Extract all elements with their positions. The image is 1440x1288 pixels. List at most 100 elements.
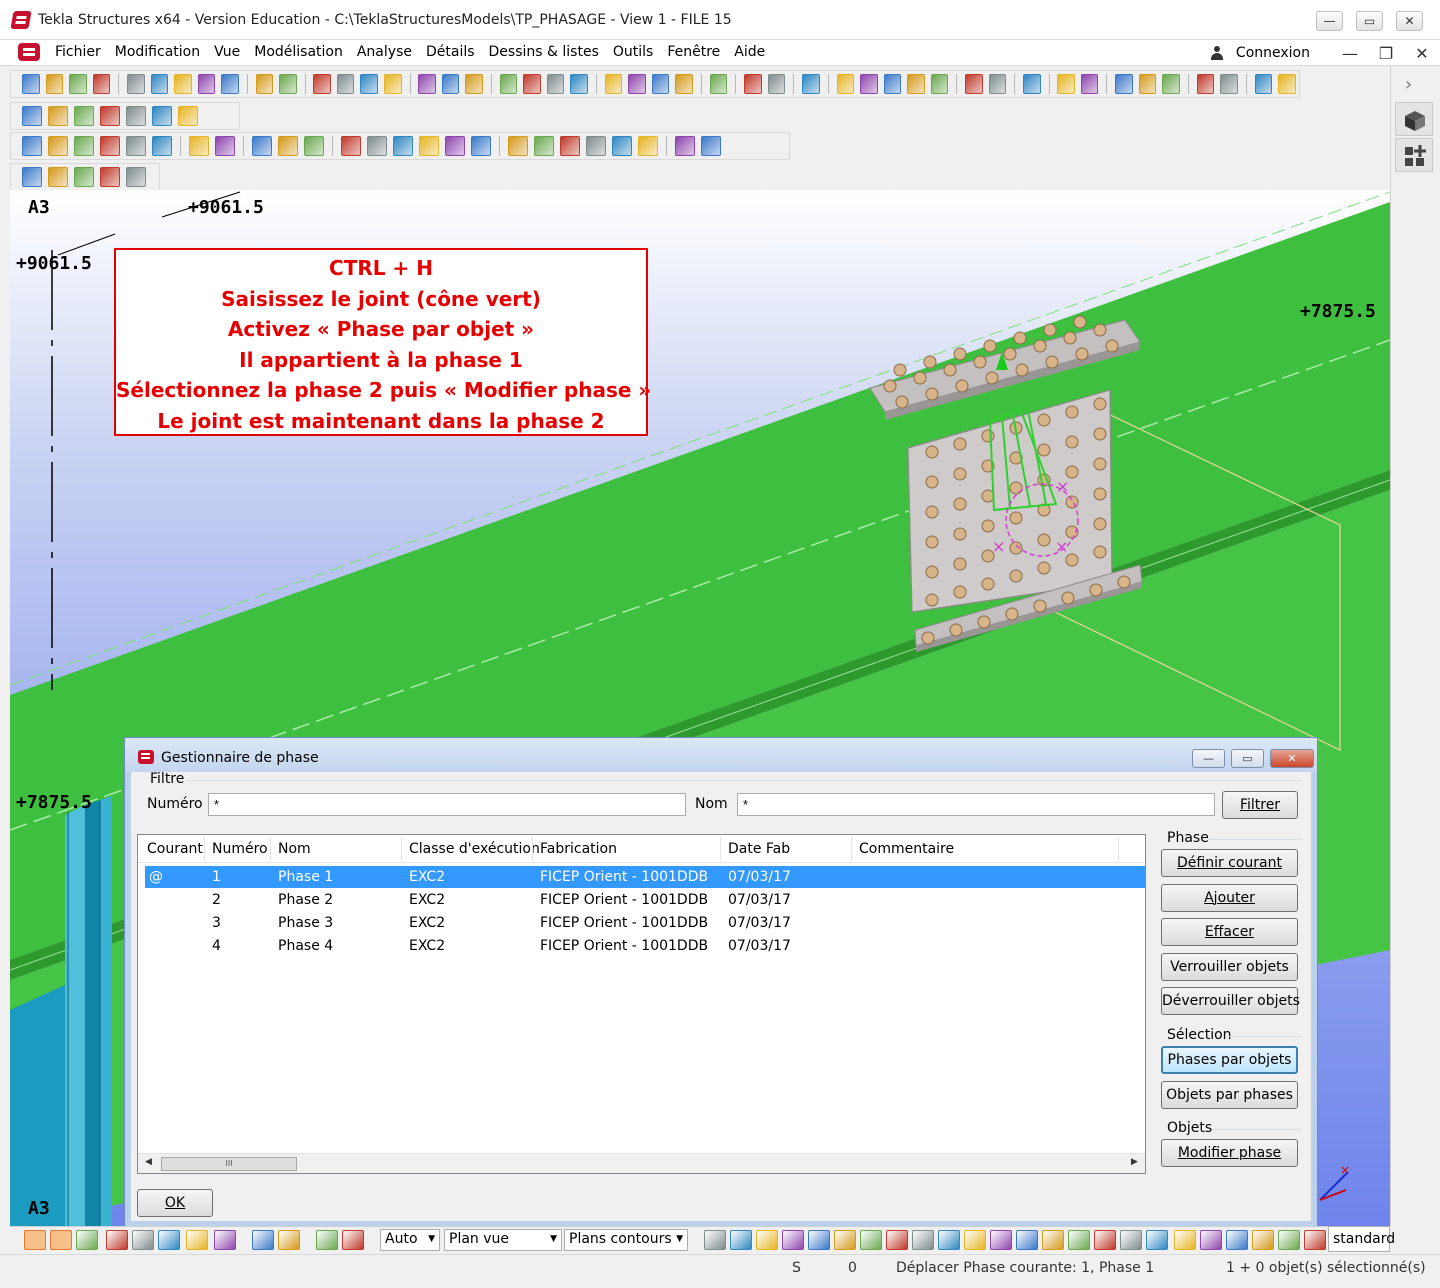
- toolbar-tool-icon[interactable]: [441, 74, 460, 94]
- snap-tool-icon[interactable]: [158, 1230, 180, 1250]
- snap-tool-icon[interactable]: [24, 1230, 46, 1250]
- snap-tool-icon[interactable]: [756, 1230, 778, 1250]
- scrollbar-thumb[interactable]: III: [161, 1157, 297, 1171]
- snap-tool-icon[interactable]: [808, 1230, 830, 1250]
- dialog-titlebar[interactable]: Gestionnaire de phase — ▭ ✕: [125, 738, 1317, 772]
- snap-tool-icon[interactable]: [938, 1230, 960, 1250]
- toolbar-tool-icon[interactable]: [92, 74, 111, 94]
- toolbar-tool-icon[interactable]: [445, 136, 465, 156]
- snap-tool-icon[interactable]: [782, 1230, 804, 1250]
- toolbar-tool-icon[interactable]: [675, 74, 693, 94]
- snap-tool-icon[interactable]: [1200, 1230, 1222, 1250]
- catalog-cube-icon[interactable]: [1395, 102, 1433, 136]
- toolbar-tool-icon[interactable]: [638, 136, 658, 156]
- snap-tool-icon[interactable]: [1016, 1230, 1038, 1250]
- toolbar-tool-icon[interactable]: [628, 74, 646, 94]
- dialog-minimize-button[interactable]: —: [1192, 749, 1225, 768]
- application-menu-icon[interactable]: [18, 43, 40, 61]
- toolbar-tool-icon[interactable]: [126, 136, 146, 156]
- toolbar-tool-icon[interactable]: [22, 106, 42, 126]
- login-link[interactable]: Connexion: [1236, 45, 1310, 61]
- snap-tool-icon[interactable]: [1042, 1230, 1064, 1250]
- snap-tool-icon[interactable]: [704, 1230, 726, 1250]
- mdi-close-button[interactable]: ✕: [1404, 44, 1440, 63]
- toolbar-tool-icon[interactable]: [74, 136, 94, 156]
- snap-tool-icon[interactable]: [214, 1230, 236, 1250]
- toolbar-tool-icon[interactable]: [701, 136, 721, 156]
- column-header-class[interactable]: Classe d'exécution: [409, 841, 540, 857]
- toolbar-tool-icon[interactable]: [709, 74, 728, 94]
- toolbar-tool-icon[interactable]: [1057, 74, 1075, 94]
- snap-tool-icon[interactable]: [50, 1230, 72, 1250]
- toolbar-tool-icon[interactable]: [45, 74, 64, 94]
- toolbar-tool-icon[interactable]: [197, 74, 216, 94]
- objects-by-phases-button[interactable]: Objets par phases: [1161, 1081, 1298, 1109]
- snap-tool-icon[interactable]: [912, 1230, 934, 1250]
- table-row[interactable]: 2 Phase 2 EXC2 FICEP Orient - 1001DDB 07…: [145, 889, 1145, 911]
- toolbar-tool-icon[interactable]: [384, 74, 402, 94]
- menu-aide[interactable]: Aide: [734, 44, 765, 60]
- toolbar-tool-icon[interactable]: [860, 74, 878, 94]
- delete-phase-button[interactable]: Effacer: [1161, 918, 1298, 946]
- toolbar-tool-icon[interactable]: [360, 74, 379, 94]
- toolbar-tool-icon[interactable]: [336, 74, 355, 94]
- scroll-right-icon[interactable]: ▶: [1131, 1157, 1138, 1167]
- outline-planes-combo[interactable]: Plans contours: [564, 1229, 688, 1251]
- toolbar-tool-icon[interactable]: [534, 136, 554, 156]
- menu-vue[interactable]: Vue: [214, 44, 240, 60]
- view-depth-combo[interactable]: Auto: [380, 1229, 440, 1251]
- toolbar-tool-icon[interactable]: [126, 74, 145, 94]
- toolbar-tool-icon[interactable]: [178, 106, 198, 126]
- snap-tool-icon[interactable]: [1278, 1230, 1300, 1250]
- filter-button[interactable]: Filtrer: [1222, 791, 1298, 819]
- toolbar-tool-icon[interactable]: [279, 74, 297, 94]
- column-header-date[interactable]: Date Fab: [728, 841, 790, 857]
- toolbar-tool-icon[interactable]: [560, 136, 580, 156]
- dialog-close-button[interactable]: ✕: [1270, 749, 1314, 768]
- column-header-fabrication[interactable]: Fabrication: [540, 841, 617, 857]
- toolbar-tool-icon[interactable]: [255, 74, 274, 94]
- toolbar-tool-icon[interactable]: [48, 106, 68, 126]
- close-button[interactable]: ✕: [1396, 11, 1423, 31]
- menu-details[interactable]: Détails: [426, 44, 475, 60]
- snap-tool-icon[interactable]: [1252, 1230, 1274, 1250]
- snap-tool-icon[interactable]: [1226, 1230, 1248, 1250]
- toolbar-tool-icon[interactable]: [74, 167, 94, 187]
- snap-tool-icon[interactable]: [342, 1230, 364, 1250]
- column-header-comment[interactable]: Commentaire: [859, 841, 954, 857]
- menu-modification[interactable]: Modification: [115, 44, 200, 60]
- toolbar-tool-icon[interactable]: [152, 136, 172, 156]
- maximize-button[interactable]: ▭: [1356, 11, 1383, 31]
- toolbar-tool-icon[interactable]: [586, 136, 606, 156]
- toolbar-tool-icon[interactable]: [1278, 74, 1296, 94]
- toolbar-tool-icon[interactable]: [744, 74, 762, 94]
- ok-button[interactable]: OK: [137, 1189, 213, 1217]
- toolbar-tool-icon[interactable]: [22, 167, 42, 187]
- snap-tool-icon[interactable]: [1094, 1230, 1116, 1250]
- snap-tool-icon[interactable]: [1068, 1230, 1090, 1250]
- toolbar-tool-icon[interactable]: [651, 74, 670, 94]
- snap-tool-icon[interactable]: [1304, 1230, 1326, 1250]
- toolbar-tool-icon[interactable]: [393, 136, 413, 156]
- column-header-number[interactable]: Numéro: [212, 841, 268, 857]
- toolbar-tool-icon[interactable]: [988, 74, 1007, 94]
- snap-tool-icon[interactable]: [316, 1230, 338, 1250]
- toolbar-tool-icon[interactable]: [126, 167, 146, 187]
- snap-tool-icon[interactable]: [860, 1230, 882, 1250]
- toolbar-tool-icon[interactable]: [612, 136, 632, 156]
- phase-table[interactable]: Courant Numéro Nom Classe d'exécution Fa…: [137, 834, 1146, 1174]
- toolbar-tool-icon[interactable]: [278, 136, 298, 156]
- table-row[interactable]: 3 Phase 3 EXC2 FICEP Orient - 1001DDB 07…: [145, 912, 1145, 934]
- snap-tool-icon[interactable]: [76, 1230, 98, 1250]
- toolbar-tool-icon[interactable]: [1080, 74, 1099, 94]
- lock-objects-button[interactable]: Verrouiller objets: [1161, 953, 1298, 981]
- menu-outils[interactable]: Outils: [613, 44, 653, 60]
- snap-tool-icon[interactable]: [1174, 1230, 1196, 1250]
- column-divider[interactable]: [401, 837, 402, 861]
- minimize-button[interactable]: —: [1316, 11, 1343, 31]
- toolbar-tool-icon[interactable]: [802, 74, 820, 94]
- toolbar-tool-icon[interactable]: [418, 74, 436, 94]
- toolbar-tool-icon[interactable]: [1138, 74, 1157, 94]
- toolbar-tool-icon[interactable]: [767, 74, 786, 94]
- toolbar-tool-icon[interactable]: [1196, 74, 1215, 94]
